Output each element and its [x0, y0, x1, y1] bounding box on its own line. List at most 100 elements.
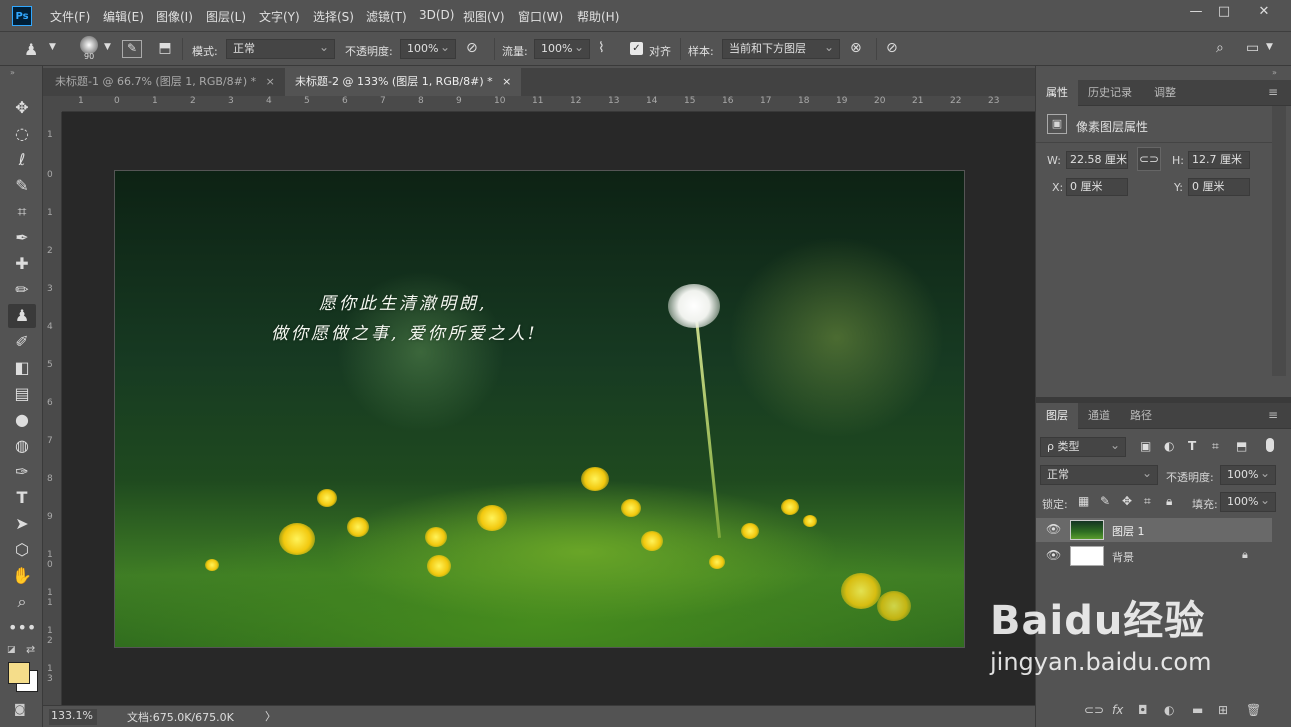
new-group-icon[interactable]: ▬	[1192, 703, 1203, 717]
tab-channels[interactable]: 通道	[1078, 403, 1120, 429]
layer-row-background[interactable]: 👁︎ 背景 🔒︎	[1036, 544, 1272, 568]
clone-stamp-tool-icon[interactable]: ♟	[8, 304, 36, 328]
tab-document-2[interactable]: 未标题-2 @ 133% (图层 1, RGB/8#) * ×	[285, 68, 521, 96]
tab-document-1[interactable]: 未标题-1 @ 66.7% (图层 1, RGB/8#) * ×	[45, 68, 281, 96]
foreground-color-swatch[interactable]	[8, 662, 30, 684]
mode-dropdown[interactable]: 正常	[226, 38, 335, 59]
menu-filter[interactable]: 滤镜(T)	[366, 8, 407, 25]
collapse-icon[interactable]: »	[1272, 68, 1277, 77]
blur-tool-icon[interactable]: ●	[8, 408, 36, 432]
tab-adjustments[interactable]: 调整	[1144, 80, 1186, 106]
width-field[interactable]: 22.58 厘米	[1066, 151, 1128, 169]
menu-type[interactable]: 文字(Y)	[259, 8, 300, 25]
eyedropper-tool-icon[interactable]: ✒	[8, 226, 36, 250]
image-filter-icon[interactable]: ▣	[1140, 439, 1151, 453]
chevron-down-icon[interactable]: ▼	[104, 42, 111, 52]
new-adjustment-icon[interactable]: ◐	[1164, 703, 1174, 717]
x-field[interactable]: 0 厘米	[1066, 178, 1128, 196]
type-tool-icon[interactable]: T	[8, 486, 36, 510]
opacity-dropdown[interactable]: 100%	[400, 38, 456, 59]
menu-help[interactable]: 帮助(H)	[577, 8, 619, 25]
restore-button[interactable]: □	[1210, 3, 1238, 21]
history-brush-tool-icon[interactable]: ✐	[8, 330, 36, 354]
zoom-tool-icon[interactable]: ⌕	[8, 590, 36, 614]
lock-transparency-icon[interactable]: ▦	[1078, 494, 1089, 508]
tab-layers[interactable]: 图层	[1036, 403, 1078, 429]
height-field[interactable]: 12.7 厘米	[1188, 151, 1250, 169]
scrollbar[interactable]	[1272, 106, 1286, 376]
marquee-tool-icon[interactable]: ◌	[8, 122, 36, 146]
delete-layer-icon[interactable]: 🗑︎	[1246, 703, 1261, 717]
visibility-eye-icon[interactable]: 👁︎	[1046, 522, 1061, 536]
brush-settings-icon[interactable]: ✎	[122, 40, 142, 58]
shape-filter-icon[interactable]: ⌗	[1212, 439, 1219, 454]
layer-filter-dropdown[interactable]: ρ 类型	[1040, 436, 1126, 457]
fill-dropdown[interactable]: 100%	[1220, 491, 1276, 512]
menu-image[interactable]: 图像(I)	[156, 8, 193, 25]
document-image[interactable]: 愿你此生清澈明朗, 做你愿做之事, 爱你所爱之人!	[114, 170, 965, 648]
gradient-tool-icon[interactable]: ▤	[8, 382, 36, 406]
lasso-tool-icon[interactable]: ℓ	[8, 148, 36, 172]
shape-tool-icon[interactable]: ⬡	[8, 538, 36, 562]
path-select-tool-icon[interactable]: ➤	[8, 512, 36, 536]
menu-window[interactable]: 窗口(W)	[518, 8, 563, 25]
smart-object-filter-icon[interactable]: ⬒	[1236, 439, 1247, 453]
healing-tool-icon[interactable]: ✚	[8, 252, 36, 276]
link-layers-icon[interactable]: ⊂⊃	[1084, 703, 1104, 717]
default-colors-icon[interactable]: ◪	[7, 645, 16, 655]
minimize-button[interactable]: —	[1182, 3, 1210, 21]
menu-edit[interactable]: 编辑(E)	[103, 8, 144, 25]
filter-toggle[interactable]	[1266, 438, 1274, 452]
clone-source-icon[interactable]: ⬒	[156, 40, 174, 58]
adjustment-filter-icon[interactable]: ◐	[1164, 439, 1174, 453]
lock-position-icon[interactable]: ✥	[1122, 494, 1132, 508]
panel-menu-icon[interactable]: ≡	[1268, 408, 1278, 422]
close-window-button[interactable]: ✕	[1250, 3, 1278, 21]
fx-icon[interactable]: fx	[1112, 703, 1123, 717]
y-field[interactable]: 0 厘米	[1188, 178, 1250, 196]
type-filter-icon[interactable]: T	[1188, 439, 1196, 453]
hand-tool-icon[interactable]: ✋	[8, 564, 36, 588]
zoom-level[interactable]: 133.1%	[49, 709, 97, 725]
ignore-adjustment-icon[interactable]: ⊗	[850, 40, 862, 56]
collapse-icon[interactable]: »	[10, 68, 15, 77]
layer-name[interactable]: 图层 1	[1112, 523, 1145, 539]
pressure-opacity-icon[interactable]: ⊘	[466, 40, 478, 56]
chevron-down-icon[interactable]: ▼	[49, 42, 56, 52]
flow-dropdown[interactable]: 100%	[534, 38, 590, 59]
workspace-icon[interactable]: ▭	[1246, 40, 1259, 56]
tab-properties[interactable]: 属性	[1036, 80, 1078, 106]
sample-dropdown[interactable]: 当前和下方图层	[722, 38, 840, 59]
close-icon[interactable]: ×	[502, 75, 511, 88]
more-tools-icon[interactable]: •••	[8, 616, 36, 640]
panel-menu-icon[interactable]: ≡	[1268, 85, 1278, 99]
search-icon[interactable]: ⌕	[1216, 40, 1224, 56]
close-icon[interactable]: ×	[266, 75, 275, 88]
tab-history[interactable]: 历史记录	[1078, 80, 1142, 106]
status-menu-arrow[interactable]: 〉	[265, 708, 276, 724]
layer-opacity-dropdown[interactable]: 100%	[1220, 464, 1276, 485]
visibility-eye-icon[interactable]: 👁︎	[1046, 548, 1061, 562]
move-tool-icon[interactable]: ✥	[8, 96, 36, 120]
clone-stamp-icon[interactable]: ♟	[24, 40, 38, 59]
menu-3d[interactable]: 3D(D)	[419, 8, 454, 22]
crop-tool-icon[interactable]: ⌗	[8, 200, 36, 224]
lock-artboard-icon[interactable]: ⌗	[1144, 494, 1151, 509]
menu-file[interactable]: 文件(F)	[50, 8, 90, 25]
blend-mode-dropdown[interactable]: 正常	[1040, 464, 1158, 485]
menu-select[interactable]: 选择(S)	[313, 8, 354, 25]
add-mask-icon[interactable]: ◘	[1138, 703, 1148, 717]
chevron-down-icon[interactable]: ▼	[1266, 42, 1273, 52]
pressure-size-icon[interactable]: ⊘	[886, 40, 898, 56]
eraser-tool-icon[interactable]: ◧	[8, 356, 36, 380]
align-checkbox[interactable]: ✓	[630, 42, 643, 55]
brush-tool-icon[interactable]: ✏	[8, 278, 36, 302]
airbrush-icon[interactable]: ⌇	[598, 40, 605, 56]
menu-view[interactable]: 视图(V)	[463, 8, 505, 25]
layer-name[interactable]: 背景	[1112, 549, 1134, 565]
quick-mask-icon[interactable]: ◙	[14, 702, 26, 716]
dodge-tool-icon[interactable]: ◍	[8, 434, 36, 458]
link-icon[interactable]: ⊂⊃	[1137, 147, 1161, 171]
lock-all-icon[interactable]: 🔒︎	[1166, 494, 1172, 509]
lock-pixels-icon[interactable]: ✎	[1100, 494, 1110, 508]
